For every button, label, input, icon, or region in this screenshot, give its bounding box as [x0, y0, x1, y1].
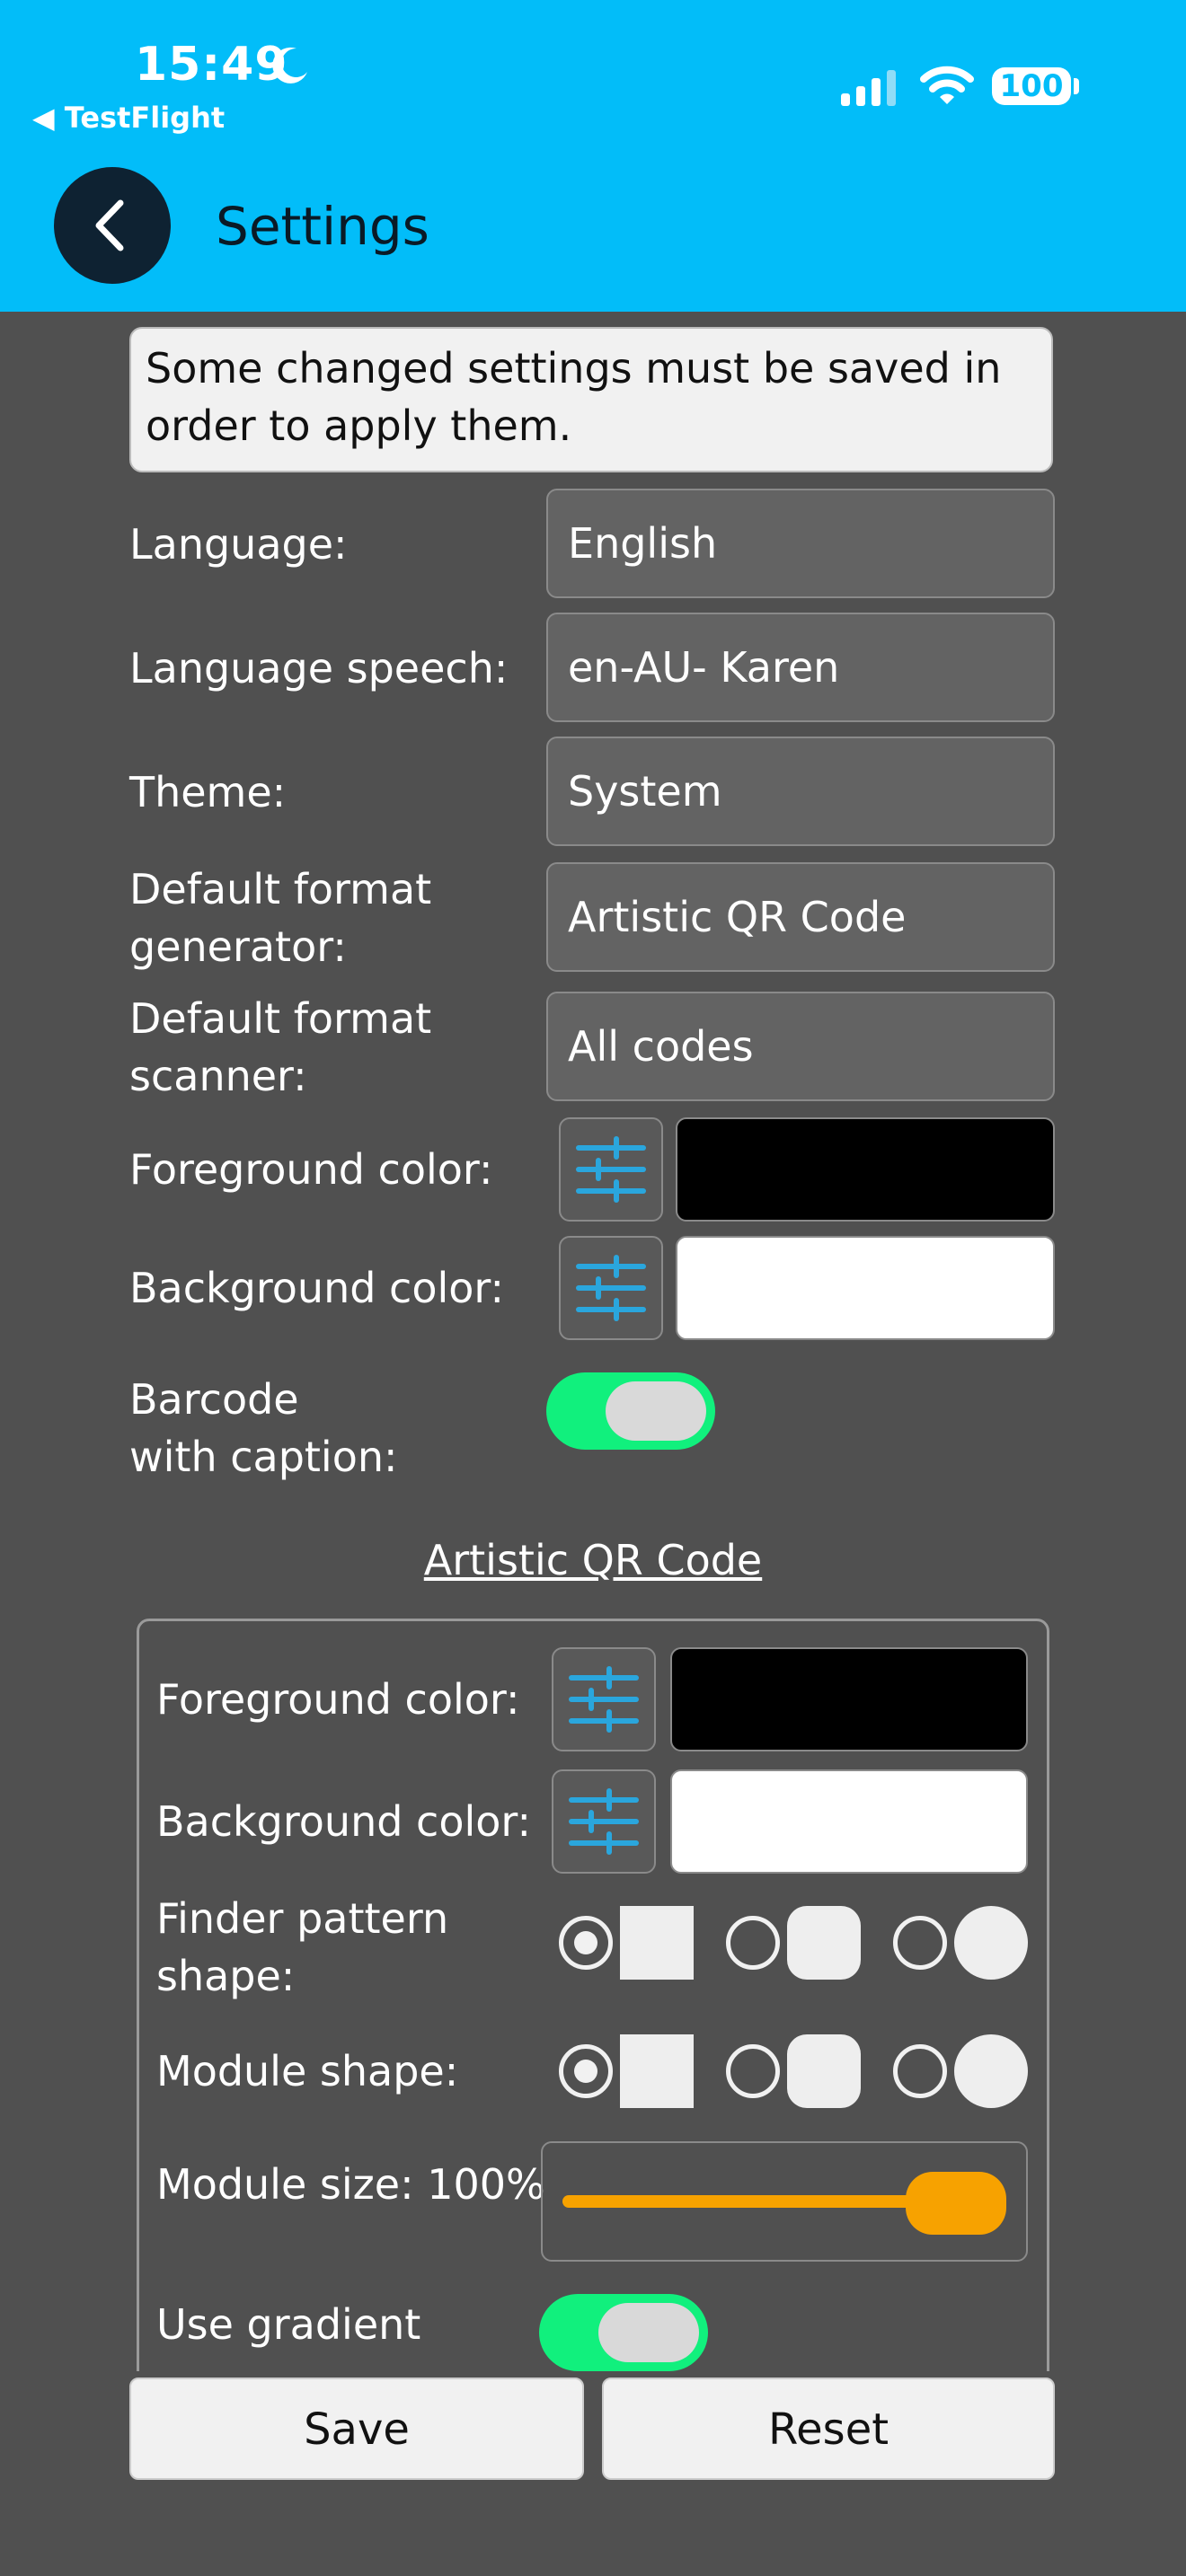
artistic-foreground-color-swatch[interactable] — [670, 1647, 1028, 1751]
finder-shape-square-radio[interactable] — [559, 1916, 613, 1970]
wifi-icon — [920, 66, 974, 104]
artistic-background-color-label: Background color: — [156, 1797, 532, 1846]
toggle-knob — [606, 1381, 706, 1441]
use-gradient-label: Use gradient — [156, 2300, 421, 2349]
language-select[interactable]: English — [546, 489, 1055, 598]
artistic-qr-section-title[interactable]: Artistic QR Code — [0, 1536, 1186, 1584]
default-generator-label-line1: Default format — [129, 865, 432, 913]
finder-pattern-shape-label-line2: shape: — [156, 1952, 296, 2000]
artistic-background-color-swatch[interactable] — [670, 1769, 1028, 1874]
back-to-testflight-link[interactable]: ◀ TestFlight — [32, 101, 225, 135]
app-header: 15:49 ◀ TestFlight 100 Settings — [0, 0, 1186, 312]
barcode-caption-label-line2: with caption: — [129, 1433, 398, 1481]
default-scanner-label-line1: Default format — [129, 994, 432, 1043]
module-shape-rounded-radio[interactable] — [726, 2044, 780, 2098]
page-title: Settings — [216, 196, 429, 257]
artistic-foreground-color-label: Foreground color: — [156, 1675, 520, 1724]
sliders-icon — [569, 1788, 639, 1855]
artistic-foreground-color-picker-button[interactable] — [552, 1647, 656, 1751]
moon-icon — [272, 47, 307, 84]
back-button[interactable] — [54, 167, 171, 284]
language-speech-select[interactable]: en-AU- Karen — [546, 613, 1055, 722]
finder-pattern-shape-label-line1: Finder pattern — [156, 1894, 449, 1943]
save-notice: Some changed settings must be saved in o… — [129, 327, 1053, 472]
circle-shape-icon — [954, 1906, 1028, 1980]
barcode-caption-label: Barcode with caption: — [129, 1371, 398, 1486]
default-generator-select[interactable]: Artistic QR Code — [546, 862, 1055, 972]
background-color-picker-button[interactable] — [559, 1236, 663, 1340]
sliders-icon — [569, 1666, 639, 1733]
artistic-background-color-picker-button[interactable] — [552, 1769, 656, 1874]
sliders-icon — [576, 1136, 646, 1203]
language-label: Language: — [129, 520, 348, 569]
default-generator-label-line2: generator: — [129, 922, 347, 971]
default-scanner-label: Default format scanner: — [129, 990, 431, 1105]
square-shape-icon — [620, 2034, 694, 2108]
finder-pattern-shape-label: Finder pattern shape: — [156, 1890, 448, 2005]
module-size-slider[interactable] — [541, 2141, 1028, 2262]
module-size-label: Module size: 100% — [156, 2160, 545, 2209]
toggle-knob — [598, 2303, 699, 2362]
foreground-color-swatch[interactable] — [676, 1117, 1055, 1222]
theme-select[interactable]: System — [546, 737, 1055, 846]
foreground-color-label: Foreground color: — [129, 1145, 493, 1194]
language-speech-label: Language speech: — [129, 644, 509, 693]
sliders-icon — [576, 1255, 646, 1321]
status-time: 15:49 — [135, 38, 288, 92]
battery-indicator: 100 — [992, 67, 1071, 105]
barcode-caption-toggle[interactable] — [546, 1372, 715, 1450]
signal-icon — [841, 70, 896, 106]
background-color-label: Background color: — [129, 1264, 505, 1312]
module-shape-circle-radio[interactable] — [893, 2044, 947, 2098]
module-shape-square-radio[interactable] — [559, 2044, 613, 2098]
module-shape-label: Module shape: — [156, 2047, 459, 2095]
slider-thumb[interactable] — [906, 2172, 1006, 2235]
square-shape-icon — [620, 1906, 694, 1980]
circle-shape-icon — [954, 2034, 1028, 2108]
chevron-left-icon — [95, 199, 124, 251]
rounded-square-shape-icon — [787, 1906, 861, 1980]
default-scanner-label-line2: scanner: — [129, 1052, 307, 1100]
finder-shape-rounded-radio[interactable] — [726, 1916, 780, 1970]
rounded-square-shape-icon — [787, 2034, 861, 2108]
default-generator-label: Default format generator: — [129, 860, 431, 975]
foreground-color-picker-button[interactable] — [559, 1117, 663, 1222]
finder-shape-circle-radio[interactable] — [893, 1916, 947, 1970]
barcode-caption-label-line1: Barcode — [129, 1375, 299, 1424]
default-scanner-select[interactable]: All codes — [546, 992, 1055, 1101]
save-button[interactable]: Save — [129, 2378, 584, 2480]
battery-nub — [1074, 78, 1079, 94]
theme-label: Theme: — [129, 768, 287, 816]
use-gradient-toggle[interactable] — [539, 2294, 708, 2371]
reset-button[interactable]: Reset — [602, 2378, 1055, 2480]
background-color-swatch[interactable] — [676, 1236, 1055, 1340]
